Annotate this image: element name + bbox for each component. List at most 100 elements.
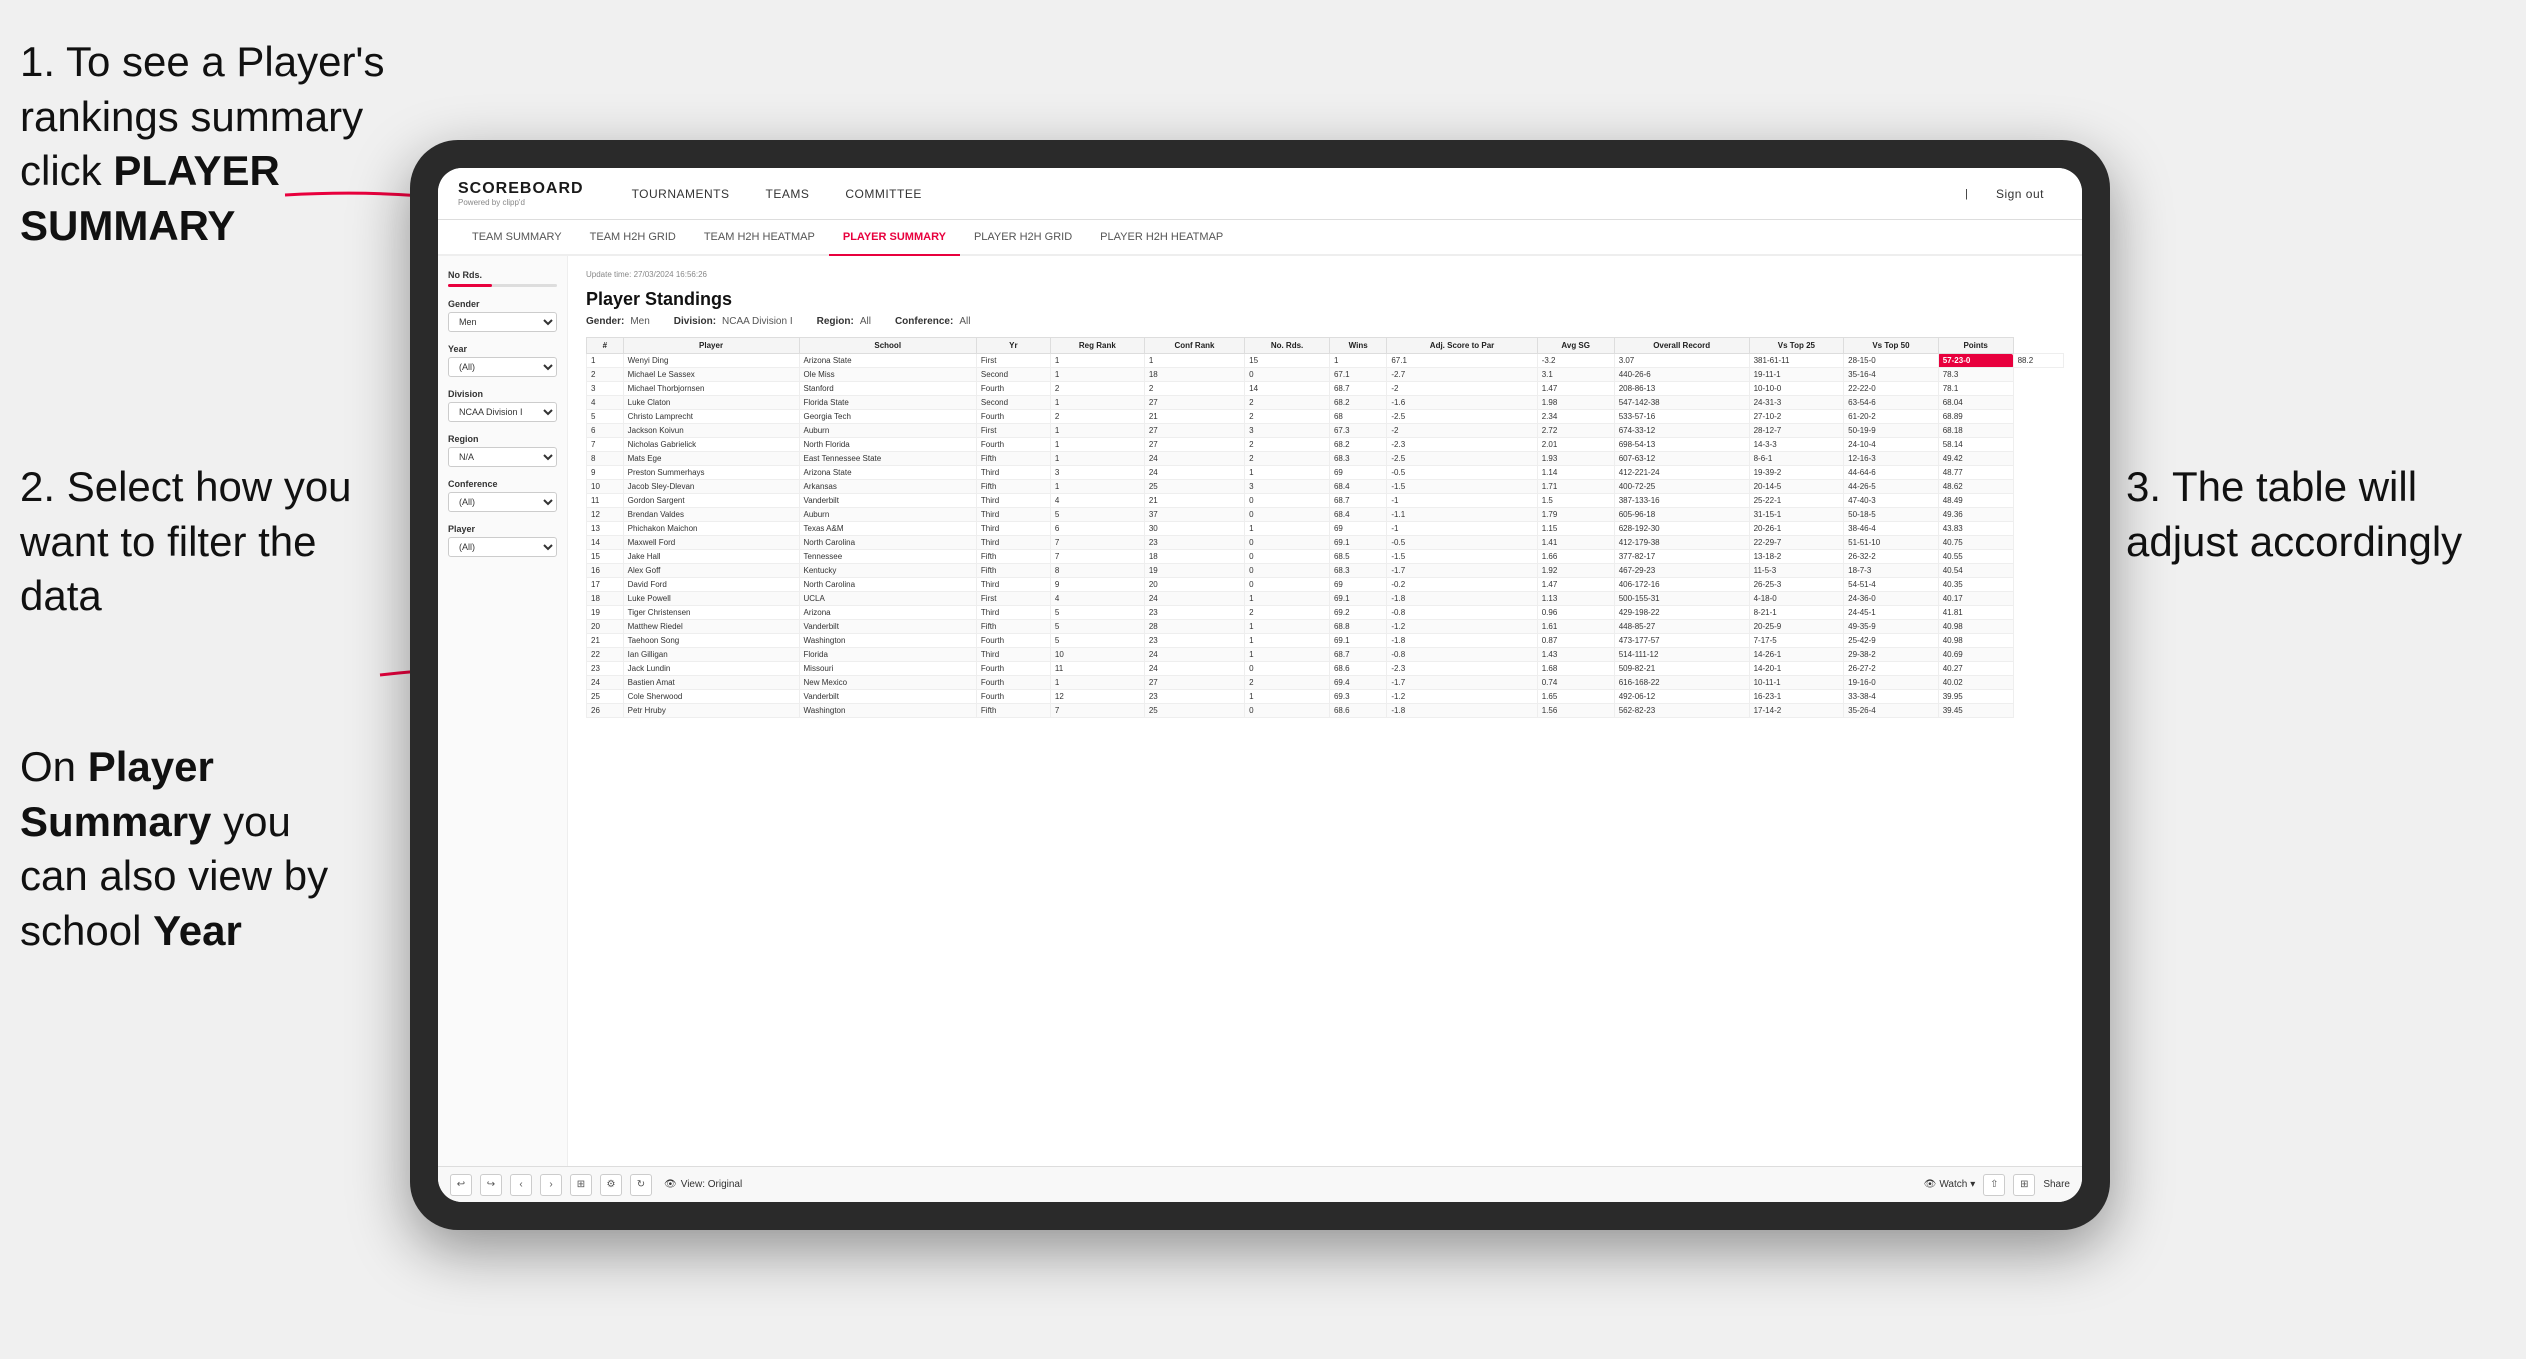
- table-cell: Fourth: [976, 634, 1050, 648]
- table-row[interactable]: 24Bastien AmatNew MexicoFourth127269.4-1…: [587, 676, 2064, 690]
- table-row[interactable]: 2Michael Le SassexOle MissSecond118067.1…: [587, 368, 2064, 382]
- table-cell: Second: [976, 396, 1050, 410]
- sidebar-no-rds-slider[interactable]: [448, 284, 557, 287]
- table-cell: 40.17: [1938, 592, 2013, 606]
- table-cell: Second: [976, 368, 1050, 382]
- table-row[interactable]: 4Luke ClatonFlorida StateSecond127268.2-…: [587, 396, 2064, 410]
- table-cell: 20: [587, 620, 624, 634]
- table-row[interactable]: 25Cole SherwoodVanderbiltFourth1223169.3…: [587, 690, 2064, 704]
- table-row[interactable]: 8Mats EgeEast Tennessee StateFifth124268…: [587, 452, 2064, 466]
- table-cell: Fifth: [976, 480, 1050, 494]
- sub-nav-player-summary[interactable]: PLAYER SUMMARY: [829, 220, 960, 256]
- table-row[interactable]: 14Maxwell FordNorth CarolinaThird723069.…: [587, 536, 2064, 550]
- sidebar-region-select[interactable]: N/A: [448, 447, 557, 467]
- table-cell: 7: [1050, 704, 1144, 718]
- table-row[interactable]: 18Luke PowellUCLAFirst424169.1-1.81.1350…: [587, 592, 2064, 606]
- table-row[interactable]: 26Petr HrubyWashingtonFifth725068.6-1.81…: [587, 704, 2064, 718]
- table-row[interactable]: 1Wenyi DingArizona StateFirst1115167.1-3…: [587, 354, 2064, 368]
- table-row[interactable]: 23Jack LundinMissouriFourth1124068.6-2.3…: [587, 662, 2064, 676]
- toolbar-settings[interactable]: ⚙: [600, 1174, 622, 1196]
- table-row[interactable]: 15Jake HallTennesseeFifth718068.5-1.51.6…: [587, 550, 2064, 564]
- table-cell: 0: [1245, 578, 1330, 592]
- table-cell: -2.3: [1387, 662, 1537, 676]
- table-cell: 1: [1050, 452, 1144, 466]
- table-row[interactable]: 19Tiger ChristensenArizonaThird523269.2-…: [587, 606, 2064, 620]
- table-cell: Brendan Valdes: [623, 508, 799, 522]
- table-cell: 26-27-2: [1844, 662, 1939, 676]
- table-cell: 69.4: [1329, 676, 1386, 690]
- table-cell: 27: [1144, 676, 1244, 690]
- note-bold2: Year: [153, 907, 242, 954]
- nav-tournaments[interactable]: TOURNAMENTS: [614, 168, 748, 220]
- table-row[interactable]: 10Jacob Sley-DlevanArkansasFifth125368.4…: [587, 480, 2064, 494]
- table-cell: 8-6-1: [1749, 452, 1844, 466]
- table-cell: 1: [1050, 438, 1144, 452]
- toolbar-back[interactable]: ‹: [510, 1174, 532, 1196]
- sub-nav-team-h2h-heatmap[interactable]: TEAM H2H HEATMAP: [690, 220, 829, 256]
- table-row[interactable]: 6Jackson KoivunAuburnFirst127367.3-22.72…: [587, 424, 2064, 438]
- table-row[interactable]: 12Brendan ValdesAuburnThird537068.4-1.11…: [587, 508, 2064, 522]
- col-player: Player: [623, 338, 799, 354]
- sub-nav-team-summary[interactable]: TEAM SUMMARY: [458, 220, 576, 256]
- table-cell: 14: [1245, 382, 1330, 396]
- nav-teams[interactable]: TEAMS: [748, 168, 828, 220]
- table-row[interactable]: 11Gordon SargentVanderbiltThird421068.7-…: [587, 494, 2064, 508]
- table-cell: Vanderbilt: [799, 494, 976, 508]
- toolbar-watch[interactable]: 👁 Watch ▾: [1924, 1179, 1976, 1190]
- toolbar-refresh[interactable]: ↻: [630, 1174, 652, 1196]
- table-cell: 23: [1144, 536, 1244, 550]
- table-row[interactable]: 9Preston SummerhaysArizona StateThird324…: [587, 466, 2064, 480]
- sub-nav-player-h2h-heatmap[interactable]: PLAYER H2H HEATMAP: [1086, 220, 1237, 256]
- table-cell: 4: [1050, 494, 1144, 508]
- toolbar-undo[interactable]: ↩: [450, 1174, 472, 1196]
- table-cell: 69.1: [1329, 634, 1386, 648]
- table-row[interactable]: 21Taehoon SongWashingtonFourth523169.1-1…: [587, 634, 2064, 648]
- table-row[interactable]: 16Alex GoffKentuckyFifth819068.3-1.71.92…: [587, 564, 2064, 578]
- toolbar-copy[interactable]: ⊞: [570, 1174, 592, 1196]
- toolbar-share-icon[interactable]: ⇧: [1983, 1174, 2005, 1196]
- table-cell: Ole Miss: [799, 368, 976, 382]
- table-cell: 40.98: [1938, 634, 2013, 648]
- table-cell: 69.1: [1329, 536, 1386, 550]
- table-cell: 2.01: [1537, 438, 1614, 452]
- sidebar-conference-select[interactable]: (All): [448, 492, 557, 512]
- table-row[interactable]: 13Phichakon MaichonTexas A&MThird630169-…: [587, 522, 2064, 536]
- table-row[interactable]: 7Nicholas GabrielickNorth FloridaFourth1…: [587, 438, 2064, 452]
- table-cell: 1.47: [1537, 382, 1614, 396]
- toolbar-forward[interactable]: ›: [540, 1174, 562, 1196]
- toolbar-redo[interactable]: ↪: [480, 1174, 502, 1196]
- sign-out-button[interactable]: Sign out: [1978, 168, 2062, 220]
- table-cell: 40.75: [1938, 536, 2013, 550]
- table-cell: Taehoon Song: [623, 634, 799, 648]
- table-row[interactable]: 5Christo LamprechtGeorgia TechFourth2212…: [587, 410, 2064, 424]
- nav-committee[interactable]: COMMITTEE: [827, 168, 940, 220]
- table-cell: 68.04: [1938, 396, 2013, 410]
- table-cell: 412-221-24: [1614, 466, 1749, 480]
- table-cell: Arizona State: [799, 354, 976, 368]
- sub-nav-team-h2h-grid[interactable]: TEAM H2H GRID: [576, 220, 690, 256]
- table-cell: 78.3: [1938, 368, 2013, 382]
- table-row[interactable]: 17David FordNorth CarolinaThird920069-0.…: [587, 578, 2064, 592]
- table-cell: 0: [1245, 368, 1330, 382]
- table-cell: Arizona: [799, 606, 976, 620]
- sidebar-section-gender: Gender Men: [448, 299, 557, 332]
- table-row[interactable]: 22Ian GilliganFloridaThird1024168.7-0.81…: [587, 648, 2064, 662]
- table-cell: -2.5: [1387, 410, 1537, 424]
- filter-gender: Gender: Men: [586, 316, 650, 327]
- filter-region-value: All: [860, 316, 871, 327]
- toolbar-share-label[interactable]: Share: [2043, 1179, 2070, 1190]
- table-cell: Maxwell Ford: [623, 536, 799, 550]
- table-cell: 69: [1329, 578, 1386, 592]
- toolbar-view[interactable]: 👁 View: Original: [664, 1179, 742, 1190]
- table-cell: 1.92: [1537, 564, 1614, 578]
- sub-nav-player-h2h-grid[interactable]: PLAYER H2H GRID: [960, 220, 1086, 256]
- sidebar-year-select[interactable]: (All): [448, 357, 557, 377]
- table-cell: 88.2: [2013, 354, 2063, 368]
- table-cell: 78.1: [1938, 382, 2013, 396]
- sidebar-gender-select[interactable]: Men: [448, 312, 557, 332]
- table-row[interactable]: 20Matthew RiedelVanderbiltFifth528168.8-…: [587, 620, 2064, 634]
- table-row[interactable]: 3Michael ThorbjornsenStanfordFourth22146…: [587, 382, 2064, 396]
- sidebar-division-select[interactable]: NCAA Division I: [448, 402, 557, 422]
- sidebar-player-select[interactable]: (All): [448, 537, 557, 557]
- toolbar-grid[interactable]: ⊞: [2013, 1174, 2035, 1196]
